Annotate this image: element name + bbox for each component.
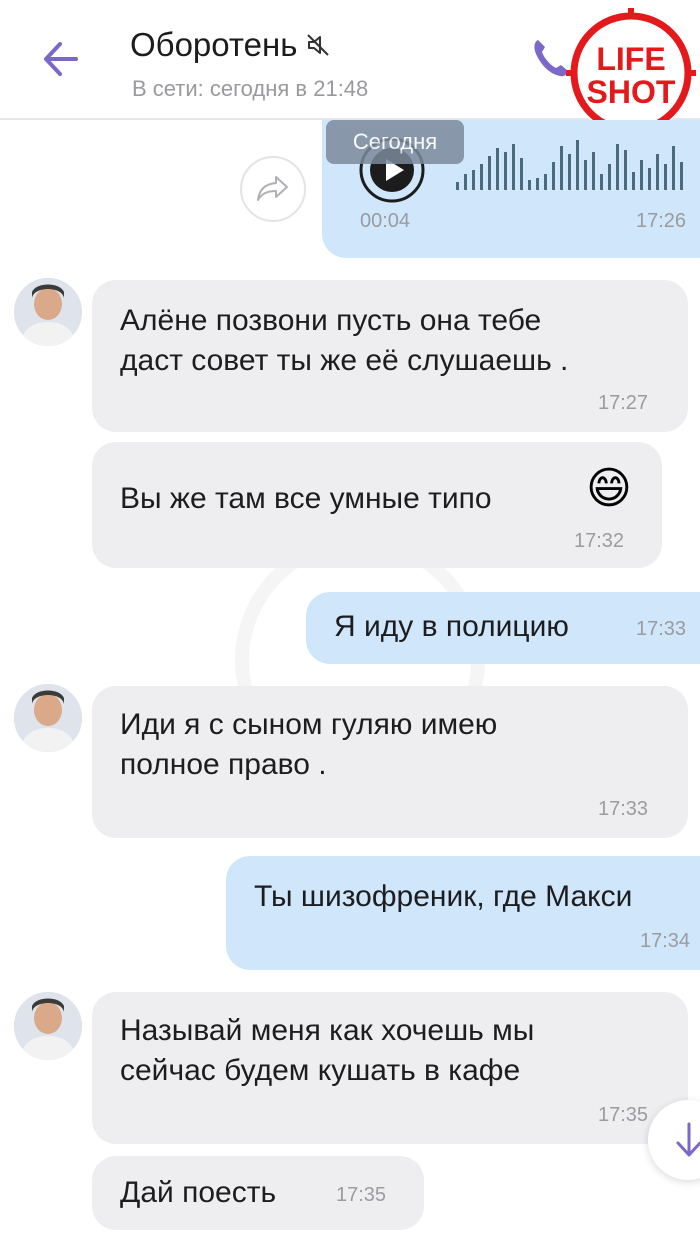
contact-title-row[interactable]: Оборотень (130, 26, 331, 64)
message-text-line: Алёне позвони пусть она тебе (120, 304, 542, 337)
outgoing-message[interactable]: Я иду в полицию 17:33 (306, 592, 700, 664)
message-text-line: Иди я с сыном гуляю имею (120, 708, 498, 741)
message-time: 17:34 (640, 930, 691, 952)
logo-text-shot: SHOT (587, 74, 676, 110)
message-time: 17:33 (636, 618, 687, 640)
incoming-message[interactable]: Называй меня как хочешь мы сейчас будем … (92, 992, 688, 1144)
message-text-line: даст совет ты же её слушаешь . (120, 344, 569, 377)
voice-waveform (456, 140, 683, 190)
message-time: 17:35 (598, 1104, 649, 1126)
forward-button[interactable] (240, 156, 306, 222)
message-time: 17:32 (574, 530, 625, 552)
message-text-line: сейчас будем кушать в кафе (120, 1054, 521, 1087)
incoming-message[interactable]: Вы же там все умные типо 😄 17:32 (92, 442, 662, 568)
avatar[interactable] (12, 276, 84, 348)
message-text-line: Вы же там все умные типо (120, 482, 492, 515)
message-time: 17:27 (598, 392, 649, 414)
mute-icon (307, 34, 330, 56)
avatar[interactable] (12, 682, 84, 754)
incoming-message[interactable]: Дай поесть 17:35 (92, 1156, 424, 1230)
avatar-photo (14, 992, 82, 1060)
arrow-down-icon (676, 1122, 700, 1157)
date-separator: Сегодня (326, 120, 464, 164)
message-time: 17:33 (598, 798, 649, 820)
message-text-line: Ты шизофреник, где Макси (254, 880, 633, 913)
outgoing-message[interactable]: Ты шизофреник, где Макси 17:34 (226, 856, 700, 970)
avatar-photo (14, 684, 82, 752)
message-text-line: Дай поесть (120, 1176, 277, 1209)
phone-icon[interactable] (530, 36, 570, 80)
lifeshot-logo: LIFE SHOT (566, 8, 696, 138)
forward-icon (257, 176, 288, 201)
message-list[interactable]: 00:04 17:26 Сегодня Алёне позвони пусть … (0, 120, 700, 1244)
laughing-emoji: 😄 (586, 464, 632, 513)
message-time: 17:35 (336, 1184, 387, 1206)
online-status: В сети: сегодня в 21:48 (132, 76, 369, 101)
incoming-message[interactable]: Иди я с сыном гуляю имею полное право . … (92, 686, 688, 838)
avatar-photo (14, 278, 82, 346)
contact-name[interactable]: Оборотень (130, 26, 297, 64)
back-arrow-icon[interactable] (36, 36, 82, 82)
chat-header: Оборотень В сети: сегодня в 21:48 LIFE S… (0, 0, 700, 138)
voice-duration: 00:04 (360, 210, 411, 232)
incoming-message[interactable]: Алёне позвони пусть она тебе даст совет … (92, 280, 688, 432)
avatar[interactable] (12, 990, 84, 1062)
message-text-line: Называй меня как хочешь мы (120, 1014, 535, 1047)
message-time: 17:26 (636, 210, 687, 232)
message-text-line: Я иду в полицию (334, 610, 569, 643)
message-text-line: полное право . (120, 748, 327, 781)
logo-text-life: LIFE (596, 41, 665, 77)
